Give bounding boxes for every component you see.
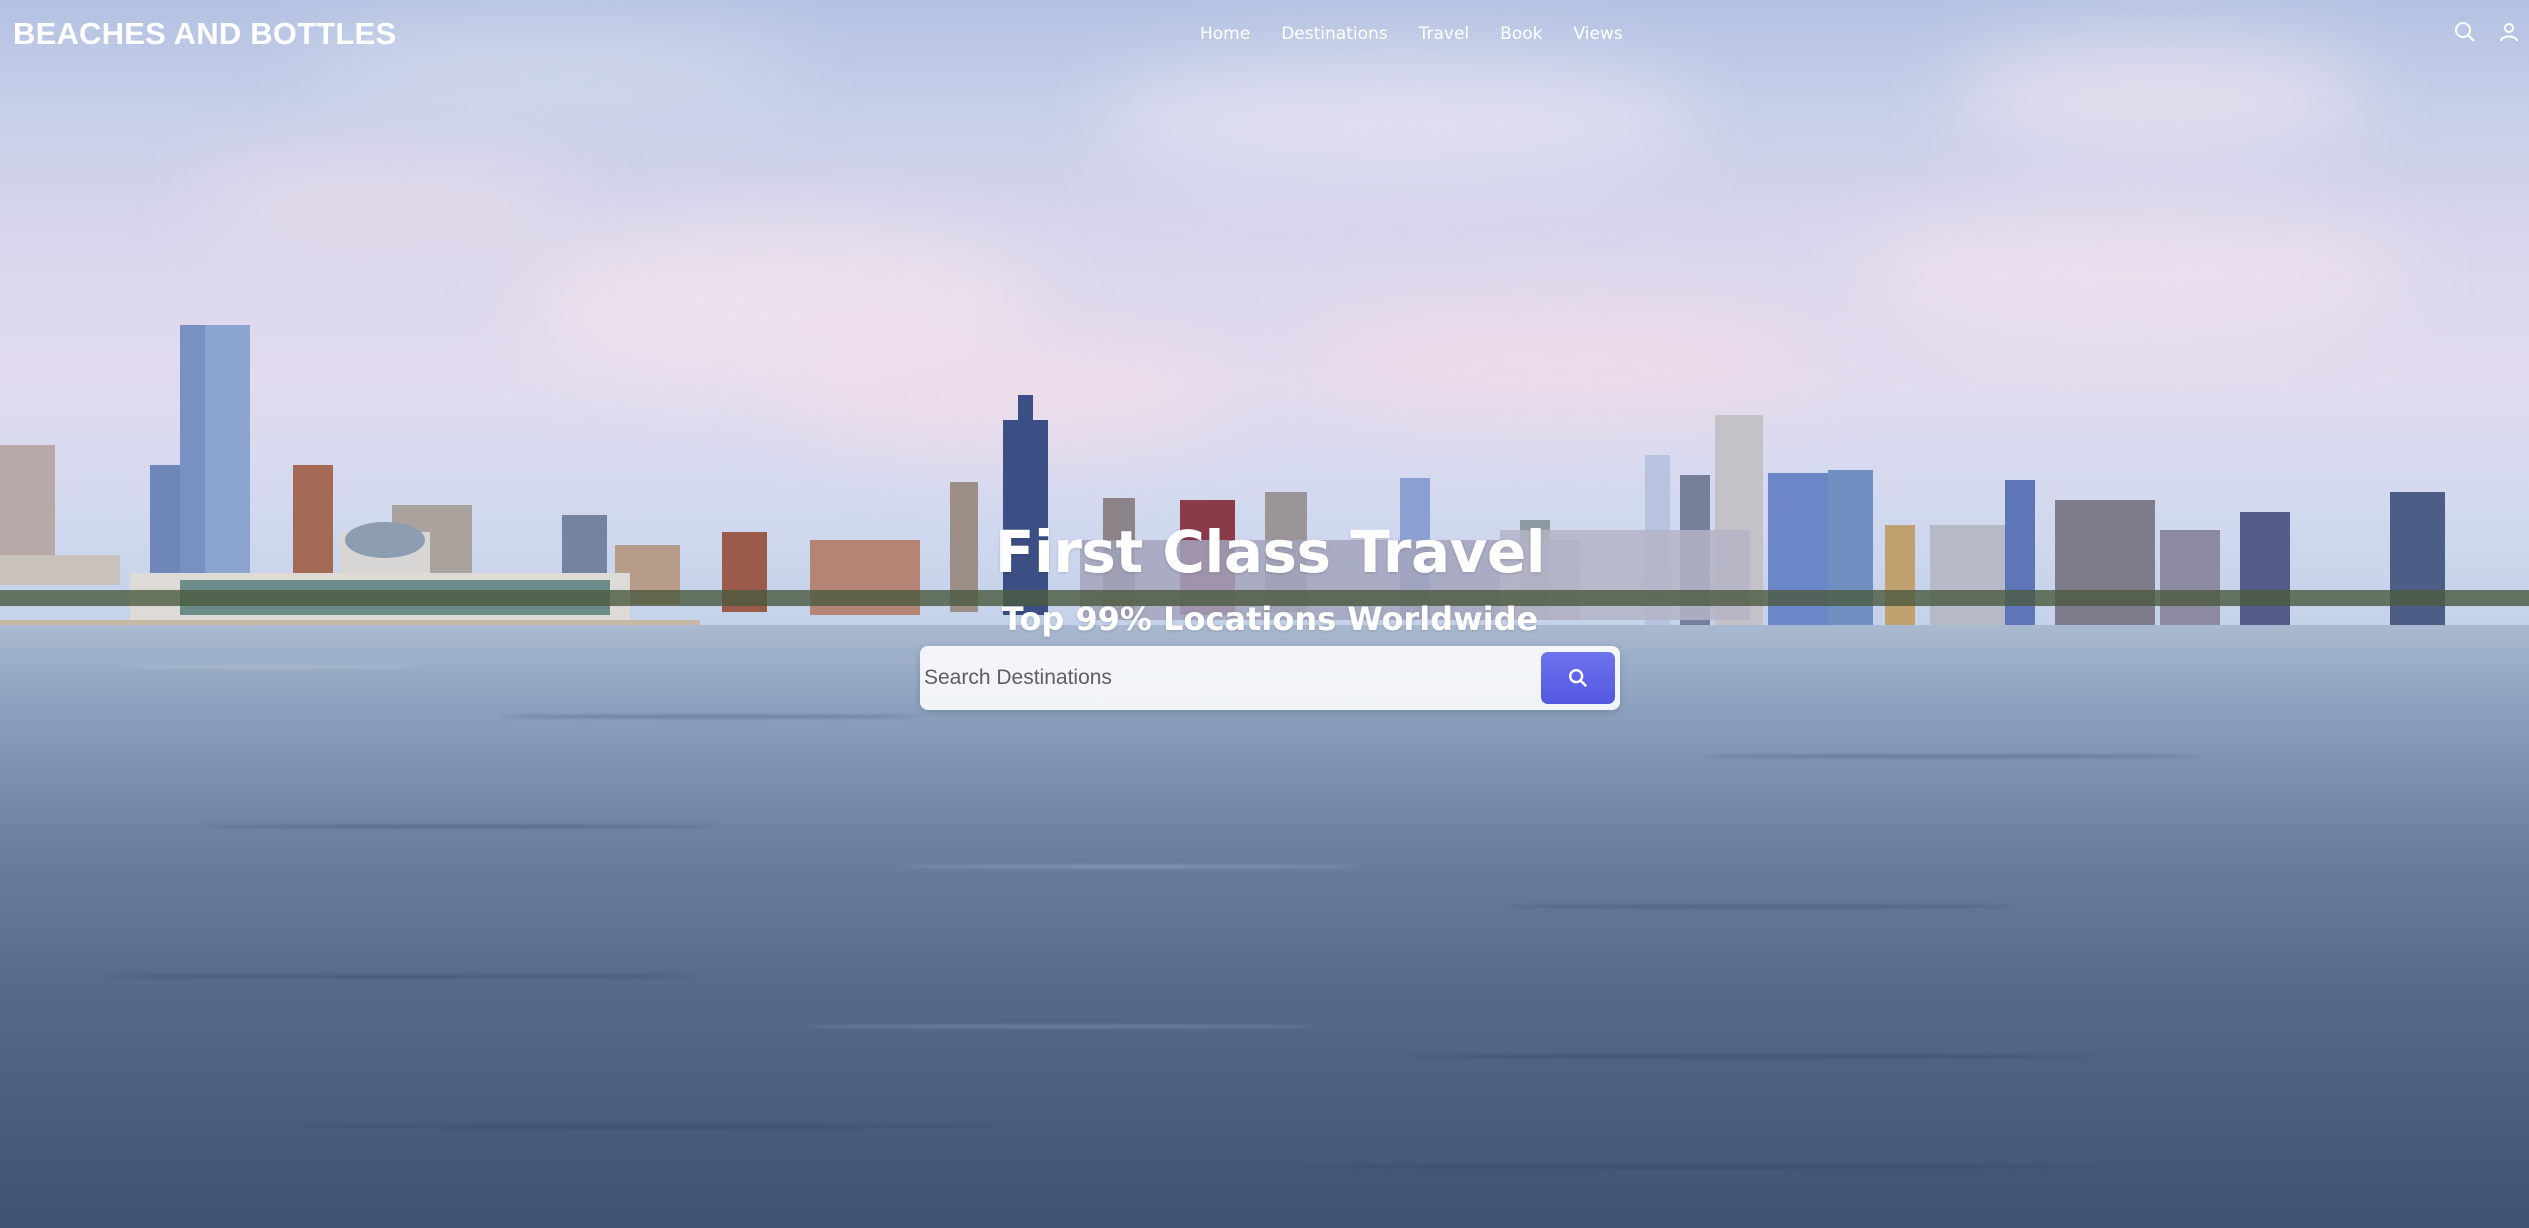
nav-home[interactable]: Home: [1200, 24, 1250, 44]
user-icon[interactable]: [2497, 20, 2521, 44]
search-icon: [1569, 669, 1588, 688]
search-icon[interactable]: [2453, 20, 2477, 44]
hero-title: First Class Travel: [994, 518, 1546, 586]
site-header: BEACHES AND BOTTLES Home Destinations Tr…: [0, 0, 2529, 72]
hero-subtitle: Top 99% Locations Worldwide: [1001, 600, 1539, 638]
search-button[interactable]: [1541, 652, 1615, 704]
city-skyline: [0, 325, 2529, 630]
header-icons: [2453, 20, 2521, 44]
main-nav: Home Destinations Travel Book Views: [1200, 24, 1623, 44]
search-input[interactable]: [924, 650, 1539, 706]
nav-views[interactable]: Views: [1573, 24, 1622, 44]
search-bar: [920, 646, 1620, 710]
nav-travel[interactable]: Travel: [1419, 24, 1470, 44]
lake-water: [0, 625, 2529, 1228]
site-logo[interactable]: BEACHES AND BOTTLES: [13, 16, 396, 52]
nav-book[interactable]: Book: [1500, 24, 1542, 44]
nav-destinations[interactable]: Destinations: [1281, 24, 1387, 44]
